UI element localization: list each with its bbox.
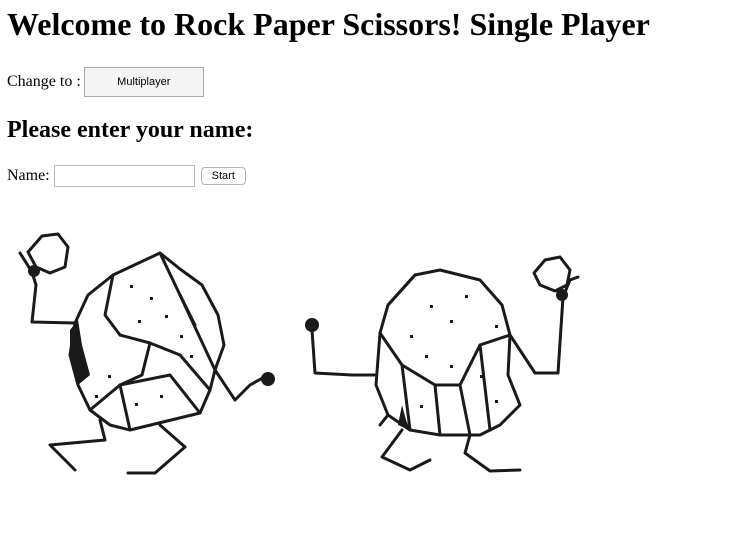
- start-button[interactable]: Start: [200, 167, 246, 185]
- page: Welcome to Rock Paper Scissors! Single P…: [0, 0, 750, 559]
- name-field-label: Name:: [7, 167, 50, 184]
- mode-switch-row: Change to : Multiplayer: [7, 67, 204, 97]
- change-to-label: Change to :: [7, 73, 81, 90]
- name-input[interactable]: [53, 165, 195, 187]
- page-title: Welcome to Rock Paper Scissors! Single P…: [7, 6, 650, 42]
- multiplayer-button[interactable]: Multiplayer: [83, 67, 204, 97]
- name-entry-row: Name: Start: [7, 165, 246, 187]
- dancing-rocks-illustration: [18, 232, 580, 475]
- name-prompt-heading: Please enter your name:: [7, 117, 254, 143]
